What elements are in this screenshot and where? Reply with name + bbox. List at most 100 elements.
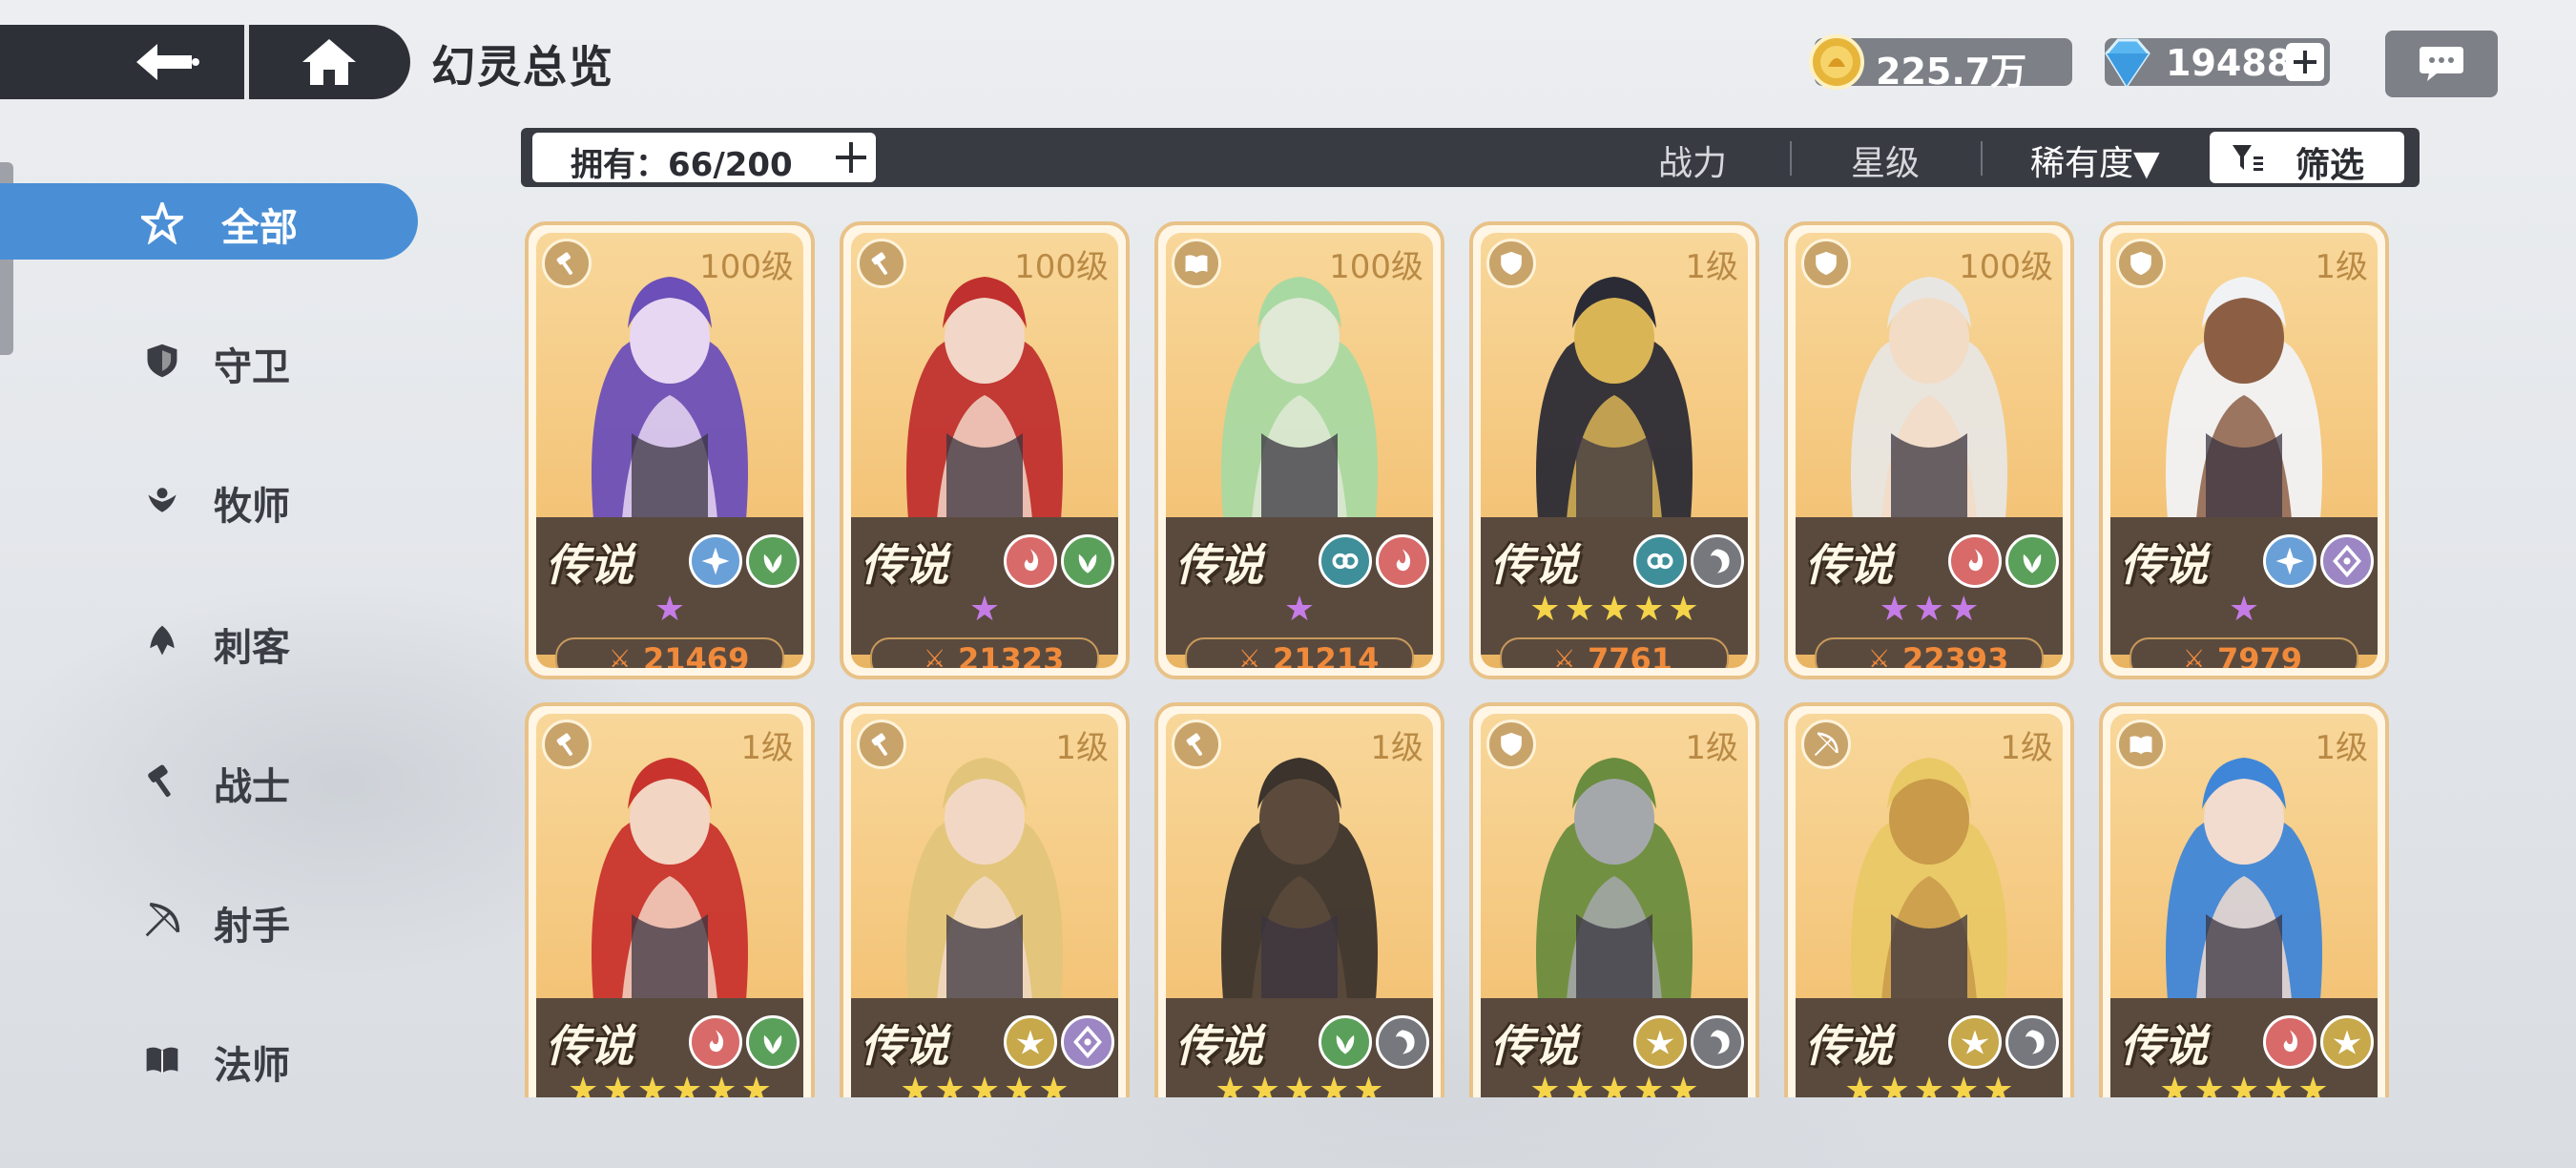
phantom-card[interactable]: 1级 传说 ★ ★ ★ ★ ★ [840,702,1130,1097]
hammer-icon [857,720,906,769]
expand-capacity-button[interactable] [832,138,870,177]
add-gems-button[interactable] [2286,43,2324,81]
phantom-card[interactable]: 100级 传说 ★ ★ ★ ⚔ 22393 [1784,221,2074,679]
sort-rarity[interactable]: 稀有度▼ [2030,136,2160,185]
gem-currency[interactable]: 19488 [2105,38,2330,89]
star-icon: ★ [1038,1071,1070,1097]
diamond-icon [2105,38,2150,89]
star-icon: ★ [1353,1071,1384,1097]
star-icon: ★ [2263,1071,2295,1097]
card-frame: 1级 传说 ★ ★ ★ ★ ★ [1796,714,2063,1097]
rarity-label: 传说 [2120,1020,2208,1072]
phantom-card[interactable]: 100级 传说 ★ ⚔ 21469 [525,221,815,679]
star-rating: ★ [1166,590,1433,630]
star-icon: ★ [568,1071,599,1097]
star-icon: ★ [672,1071,703,1097]
combat-power: ⚔ 22393 [1815,637,2044,668]
star-icon: ★ [1668,1071,1699,1097]
plus-icon [836,142,866,173]
phantom-card[interactable]: 100级 传说 ★ ⚔ 21214 [1154,221,1444,679]
gold-currency[interactable]: 225.7万 [1809,34,2072,93]
combat-power: ⚔ 7761 [1500,637,1729,668]
nav-divider [244,25,249,99]
sidebar-item[interactable]: 守卫 [0,323,420,399]
combat-power-value: 21214 [1273,641,1380,668]
phantom-card[interactable]: 1级 传说 ★ ★ ★ ★ ★ ★ [525,702,815,1097]
phantom-card-grid: 100级 传说 ★ ⚔ 21469 100级 传说 ★ ⚔ 21323 100级 传说 ★ ⚔ 2121… [525,221,2395,1097]
hammer-icon [542,720,592,769]
card-level: 100级 [1329,248,1423,286]
card-level: 1级 [740,729,794,767]
card-level: 1级 [1685,729,1738,767]
hammer-icon [857,239,906,288]
filter-button[interactable]: 筛选 [2210,132,2404,185]
sidebar-item[interactable]: 全部 [0,183,418,260]
star-rating: ★ [536,590,803,630]
combat-power: ⚔ 7979 [2129,637,2358,668]
phantom-card[interactable]: 1级 传说 ★ ★ ★ ★ ★ [1154,702,1444,1097]
crossed-swords-icon: ⚔ [2183,645,2206,668]
sort-separator [1981,141,1983,176]
filter-funnel-icon [2233,145,2263,171]
card-frame: 1级 传说 ★ ★ ★ ★ ★ ⚔ 7761 [1481,233,1748,668]
shield-icon [143,342,185,384]
chat-button[interactable] [2385,31,2498,97]
phantom-card[interactable]: 1级 传说 ★ ★ ★ ★ ★ ⚔ 7761 [1469,221,1759,679]
star-icon: ★ [934,1071,966,1097]
star-icon: ★ [1913,590,1945,629]
all-star-icon [137,198,187,246]
star-icon: ★ [1913,1071,1945,1097]
sidebar-item[interactable]: 法师 [0,1021,420,1097]
star-icon: ★ [1633,590,1665,629]
phantom-card[interactable]: 100级 传说 ★ ⚔ 21323 [840,221,1130,679]
home-button[interactable] [291,31,367,94]
chat-bubble-icon [2420,47,2463,81]
star-icon: ★ [1983,1071,2014,1097]
arcane-element-icon [2320,534,2374,588]
fire-element-icon [1376,534,1429,588]
star-icon: ★ [1598,1071,1631,1097]
star-icon: ★ [1598,590,1631,629]
sort-star[interactable]: 星级 [1851,136,1920,185]
star-icon: ★ [2228,590,2260,629]
phantom-card[interactable]: 1级 传说 ★ ⚔ 7979 [2099,221,2389,679]
dark-element-icon [1691,534,1744,588]
water-element-icon [1633,534,1687,588]
page-title: 幻灵总览 [431,41,614,93]
combat-power-value: 7761 [1588,641,1673,668]
sidebar-item[interactable]: 刺客 [0,603,420,679]
rarity-label: 传说 [1490,1020,1578,1072]
card-frame: 1级 传说 ★ ★ ★ ★ ★ [1481,714,1748,1097]
rarity-label: 传说 [2120,539,2208,591]
hammer-icon [542,239,592,288]
sidebar-item[interactable]: 牧师 [0,462,420,538]
star-rating: ★ ★ ★ ★ ★ [851,1071,1118,1097]
combat-power-value: 7979 [2217,641,2303,668]
card-level: 1级 [2315,729,2368,767]
back-button[interactable] [124,31,210,94]
crossed-swords-icon: ⚔ [1868,645,1891,668]
shield-icon [1801,239,1851,288]
shield-icon [1486,720,1536,769]
card-level: 100级 [1959,248,2053,286]
dark-element-icon [2005,1015,2059,1069]
crossed-swords-icon: ⚔ [609,645,632,668]
crossed-swords-icon: ⚔ [1553,645,1576,668]
rarity-label: 传说 [1805,1020,1893,1072]
crossed-swords-icon: ⚔ [1238,645,1261,668]
sidebar-item[interactable]: 战士 [0,742,420,819]
phantom-card[interactable]: 1级 传说 ★ ★ ★ ★ ★ [2099,702,2389,1097]
phantom-card[interactable]: 1级 传说 ★ ★ ★ ★ ★ [1469,702,1759,1097]
star-icon: ★ [1564,1071,1595,1097]
owned-count-box[interactable]: 拥有：66/200 [532,133,876,184]
star-icon: ★ [654,590,686,629]
sidebar-item[interactable]: 射手 [0,882,420,958]
star-icon: ★ [1668,590,1699,629]
card-frame: 100级 传说 ★ ⚔ 21214 [1166,233,1433,668]
phantom-card[interactable]: 1级 传说 ★ ★ ★ ★ ★ [1784,702,2074,1097]
sort-power[interactable]: 战力 [1658,136,1727,185]
star-icon: ★ [1529,590,1561,629]
star-rating: ★ [851,590,1118,630]
card-level: 1级 [1370,729,1423,767]
nature-element-icon [746,1015,800,1069]
